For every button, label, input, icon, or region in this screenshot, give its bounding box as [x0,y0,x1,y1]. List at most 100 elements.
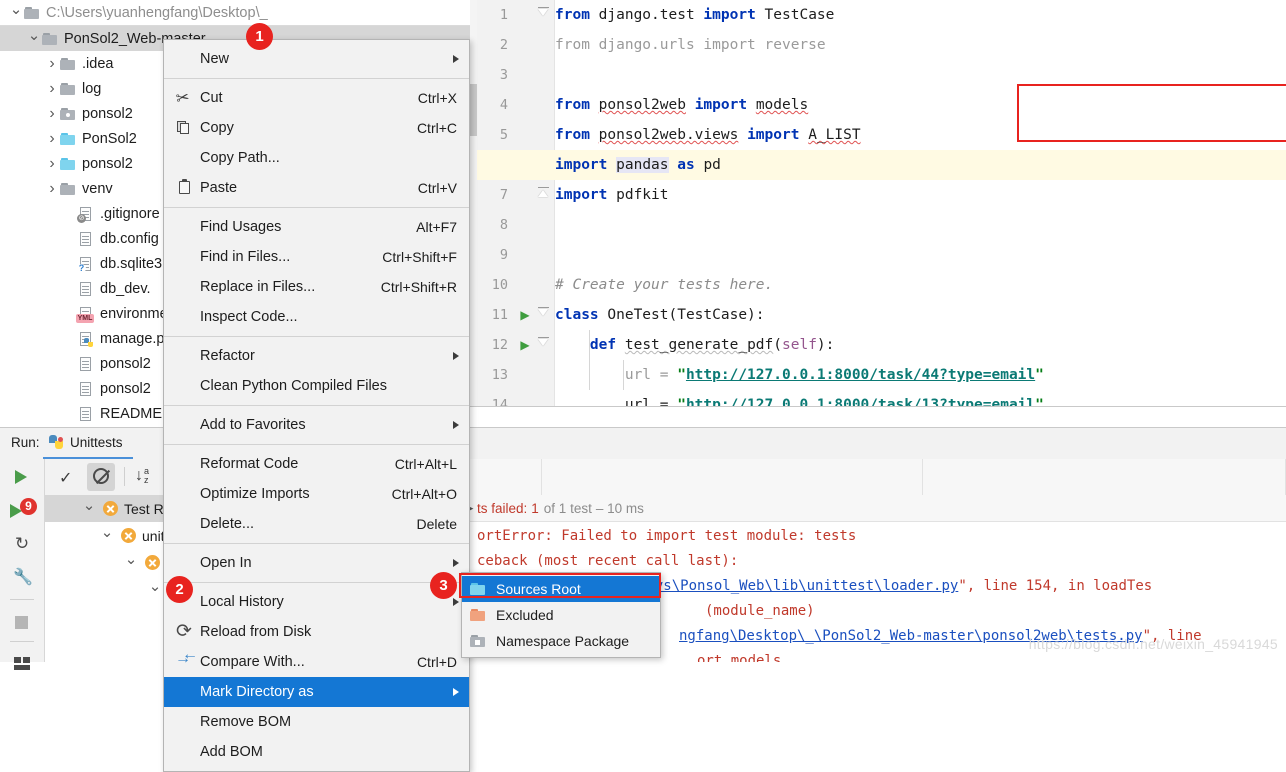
chevron-right-icon[interactable] [44,156,60,172]
menu-item-label: Copy Path... [200,150,280,166]
tree-item-label: log [82,80,102,97]
rerun-automatically-icon[interactable]: ↻ [0,527,44,561]
folder-icon [24,6,41,20]
menu-separator [164,336,469,337]
run-test-gutter-icon[interactable]: ▶ [518,300,532,330]
tree-item-c-users-yuanhengfang-desktop[interactable]: C:\Users\yuanhengfang\Desktop\_ [0,0,470,26]
line-number: 13 [491,367,508,383]
menu-item-delete[interactable]: Delete... Delete [164,509,469,539]
submenu-arrow-icon [453,598,459,606]
menu-item-label: Delete... [200,516,254,532]
menu-item-find-in-files[interactable]: Find in Files... Ctrl+Shift+F [164,242,469,272]
tree-item-label: db.sqlite3 [100,255,163,272]
rerun-failed-icon[interactable]: 9 [0,493,44,527]
menu-item-label: Reload from Disk [200,624,312,640]
run-icon[interactable] [0,459,44,493]
menu-item-add-to-favorites[interactable]: Add to Favorites [164,410,469,440]
hide-ignored-icon[interactable] [87,463,115,491]
tree-item-label: ponsol2 [82,105,133,122]
menu-item-label: Inspect Code... [200,309,298,325]
chevron-down-icon[interactable] [81,501,97,516]
chevron-down-icon[interactable] [8,5,24,20]
menu-item-optimize-imports[interactable]: Optimize Imports Ctrl+Alt+O [164,479,469,509]
submenu-arrow-icon [453,55,459,63]
code-fold-icon[interactable] [537,0,550,30]
test-failed-icon [145,555,160,570]
chevron-down-icon[interactable] [147,582,163,597]
menu-item-copy[interactable]: Copy Ctrl+C [164,113,469,143]
file-icon [78,231,95,246]
code-line-4: from ponsol2web import models [555,97,809,113]
code-fold-icon[interactable] [537,300,550,330]
chevron-right-icon[interactable] [44,181,60,197]
run-toolbar[interactable]: 9 ↻ 🔧 [0,459,45,670]
run-tab-label: Unittests [70,435,123,450]
menu-separator [164,78,469,79]
settings-wrench-icon[interactable]: 🔧 [0,561,44,595]
console-line-6: ort models [697,653,782,662]
chevron-right-icon[interactable] [44,56,60,72]
menu-item-paste[interactable]: Paste Ctrl+V [164,173,469,203]
package-folder-icon [60,107,77,121]
chevron-right-icon[interactable] [44,106,60,122]
line-number: 7 [499,187,508,203]
stop-icon[interactable] [0,605,44,639]
menu-icon-slot [174,744,196,760]
menu-item-replace-in-files[interactable]: Replace in Files... Ctrl+Shift+R [164,272,469,302]
code-fold-icon[interactable] [537,180,550,210]
code-editor[interactable]: 1234567891011▶12▶1314 from django.test i… [470,0,1286,406]
menu-item-new[interactable]: New [164,44,469,74]
line-number: 2 [499,37,508,53]
run-test-gutter-icon[interactable]: ▶ [518,330,532,360]
chevron-down-icon[interactable] [99,528,115,543]
menu-icon-slot [174,486,196,502]
menu-item-copy-path[interactable]: Copy Path... [164,143,469,173]
tree-item-label: C:\Users\yuanhengfang\Desktop\_ [46,4,268,21]
tree-item-label: ponsol2 [82,155,133,172]
chevron-down-icon[interactable] [26,31,42,46]
menu-item-label: Paste [200,180,238,196]
menu-item-clean-python-compiled-files[interactable]: Clean Python Compiled Files [164,371,469,401]
menu-item-label: Add BOM [200,744,263,760]
sort-alphabetically-icon[interactable]: ↓ a z [131,463,159,491]
menu-icon-slot [174,348,196,364]
editor-scrollbar-track[interactable] [470,0,477,406]
menu-item-shortcut: Ctrl+Shift+F [382,249,457,265]
menu-item-mark-directory-as[interactable]: Mark Directory as [164,677,469,707]
menu-item-label: Add to Favorites [200,417,306,433]
code-text-area[interactable]: from django.test import TestCase from dj… [477,0,1286,406]
python-test-icon [49,435,64,450]
submenu-item-sources-root[interactable]: Sources Root [462,576,660,602]
menu-item-label: Replace in Files... [200,279,316,295]
tab-unittests[interactable]: Unittests [43,428,133,459]
submenu-arrow-icon [453,421,459,429]
menu-item-reload-from-disk[interactable]: Reload from Disk [164,617,469,647]
code-line-10: # Create your tests here. [555,277,774,293]
console-line-1: ortError: Failed to import test module: … [477,528,857,544]
editor-scrollbar-thumb[interactable] [470,84,477,136]
menu-item-find-usages[interactable]: Find Usages Alt+F7 [164,212,469,242]
chevron-right-icon[interactable] [44,81,60,97]
menu-item-refactor[interactable]: Refactor [164,341,469,371]
tree-item-label: db_dev. [100,280,151,297]
menu-item-shortcut: Ctrl+Alt+L [394,456,457,472]
submenu-item-namespace-package[interactable]: Namespace Package [462,628,660,654]
submenu-item-excluded[interactable]: Excluded [462,602,660,628]
layout-icon[interactable] [0,647,44,681]
menu-item-remove-bom[interactable]: Remove BOM [164,707,469,737]
chevron-down-icon[interactable] [123,555,139,570]
menu-item-reformat-code[interactable]: Reformat Code Ctrl+Alt+L [164,449,469,479]
menu-item-add-bom[interactable]: Add BOM [164,737,469,767]
menu-item-compare-with[interactable]: Compare With...Ctrl+D [164,646,469,677]
menu-item-local-history[interactable]: Local History [164,587,469,617]
menu-item-cut[interactable]: Cut Ctrl+X [164,83,469,113]
code-fold-icon[interactable] [537,330,550,360]
mark-directory-as-submenu[interactable]: Sources Root Excluded Namespace Package [461,572,661,658]
menu-item-inspect-code[interactable]: Inspect Code... [164,302,469,332]
chevron-right-icon[interactable] [44,131,60,147]
show-passed-icon[interactable]: ✓ [53,463,81,491]
editor-gutter[interactable]: 1234567891011▶12▶1314 [477,0,555,406]
context-menu[interactable]: New Cut Ctrl+X Copy Ctrl+C Copy Path... Paste C… [163,39,470,772]
summary-duration: – 10 ms [595,500,644,516]
menu-item-open-in[interactable]: Open In [164,548,469,578]
